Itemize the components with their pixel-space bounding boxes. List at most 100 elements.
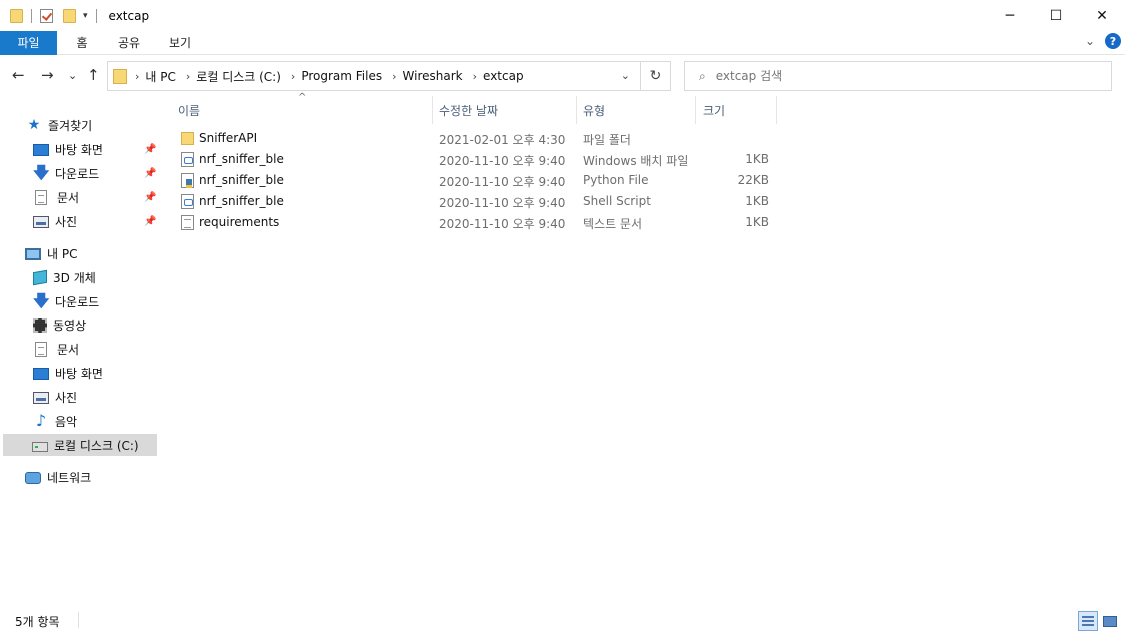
customize-toolbar-dropdown[interactable]: ▾ [83, 11, 88, 21]
up-button[interactable]: ↑ [87, 66, 100, 84]
chevron-right-icon[interactable]: › [186, 70, 190, 83]
file-row[interactable]: SnifferAPI 2021-02-01 오후 4:30 파일 폴더 [160, 128, 780, 149]
maximize-button[interactable]: ☐ [1033, 0, 1079, 31]
desktop-icon [33, 368, 49, 380]
sidebar-item-documents-pinned[interactable]: 문서 [35, 186, 79, 208]
sidebar-item-desktop[interactable]: 바탕 화면 [33, 362, 103, 384]
forward-button[interactable]: → [41, 66, 54, 84]
sidebar-item-3d-objects[interactable]: 3D 개체 [33, 266, 96, 288]
column-header-label: 이름 [178, 103, 201, 118]
ribbon-right-controls: ⌄ ? [1085, 33, 1121, 49]
sidebar-item-music[interactable]: ♪ 음악 [33, 410, 77, 432]
file-row[interactable]: nrf_sniffer_ble 2020-11-10 오후 9:40 Shell… [160, 191, 780, 212]
details-view-icon [1082, 616, 1094, 626]
sidebar-item-label: 3D 개체 [53, 270, 96, 285]
sidebar-item-pictures-pinned[interactable]: 사진 [33, 210, 77, 232]
sidebar-item-documents[interactable]: 문서 [35, 338, 79, 360]
tab-share[interactable]: 공유 [107, 31, 151, 55]
file-name: SnifferAPI [199, 131, 258, 145]
sidebar-item-label: 즐겨찾기 [48, 118, 93, 133]
sidebar-item-downloads-pinned[interactable]: 🡇 다운로드 [33, 162, 99, 184]
sidebar-item-pictures[interactable]: 사진 [33, 386, 77, 408]
tab-view[interactable]: 보기 [151, 31, 209, 55]
large-icons-view-icon [1103, 615, 1117, 627]
column-header-size[interactable]: 크기 [696, 96, 777, 124]
sidebar-item-videos[interactable]: 동영상 [33, 314, 86, 336]
sidebar-item-local-disk[interactable]: 로컬 디스크 (C:) [3, 434, 157, 456]
help-icon[interactable]: ? [1105, 33, 1121, 49]
file-date: 2020-11-10 오후 9:40 [439, 154, 566, 168]
computer-icon [25, 247, 41, 260]
close-button[interactable]: ✕ [1079, 0, 1125, 31]
sidebar-item-desktop-pinned[interactable]: 바탕 화면 [33, 138, 158, 160]
desktop-icon [33, 144, 49, 156]
sidebar-item-label: 바탕 화면 [55, 142, 103, 157]
pin-icon: 📌 [144, 216, 157, 227]
breadcrumb-local-disk[interactable]: 로컬 디스크 (C:) [196, 68, 281, 85]
sidebar-item-label: 내 PC [47, 246, 78, 261]
film-icon [33, 317, 47, 333]
minimize-button[interactable]: ─ [987, 0, 1033, 31]
details-view-button[interactable] [1078, 611, 1098, 631]
column-header-label: 유형 [583, 103, 606, 118]
text-file-icon [181, 215, 194, 230]
sidebar-item-downloads[interactable]: 🡇 다운로드 [33, 290, 99, 312]
file-name: nrf_sniffer_ble [199, 194, 284, 208]
new-folder-icon[interactable] [63, 8, 76, 23]
sidebar-item-label: 문서 [57, 190, 80, 205]
python-file-icon [181, 173, 194, 188]
sidebar-item-label: 음악 [55, 414, 78, 429]
pin-icon: 📌 [144, 144, 157, 155]
file-type: Windows 배치 파일 [583, 154, 689, 168]
sidebar-item-label: 다운로드 [55, 294, 100, 309]
file-type: Python File [583, 173, 649, 187]
chevron-right-icon[interactable]: › [392, 70, 396, 83]
tab-home[interactable]: 홈 [57, 31, 107, 55]
file-row[interactable]: requirements 2020-11-10 오후 9:40 텍스트 문서 1… [160, 212, 780, 233]
tab-file[interactable]: 파일 [0, 30, 57, 55]
properties-icon[interactable] [40, 8, 53, 23]
breadcrumb-extcap[interactable]: extcap [483, 69, 524, 83]
divider [78, 612, 79, 628]
search-box[interactable]: ⌕ [684, 61, 1112, 91]
large-icons-view-button[interactable] [1100, 611, 1120, 631]
back-button[interactable]: ← [12, 66, 25, 84]
search-icon: ⌕ [699, 68, 706, 83]
breadcrumb-program-files[interactable]: Program Files [301, 69, 382, 83]
file-date: 2020-11-10 오후 9:40 [439, 217, 566, 231]
address-history-dropdown[interactable]: ⌄ [621, 69, 630, 82]
refresh-button[interactable]: ↻ [640, 62, 670, 90]
chevron-right-icon[interactable]: › [135, 70, 139, 83]
column-header-type[interactable]: 유형 [577, 96, 696, 124]
breadcrumb-wireshark[interactable]: Wireshark [403, 69, 463, 83]
folder-icon [113, 68, 127, 84]
sidebar-item-quick-access[interactable]: ★ 즐겨찾기 [26, 114, 92, 136]
sidebar-item-label: 사진 [55, 390, 78, 405]
column-header-name[interactable]: 이름 [162, 96, 433, 124]
breadcrumb-this-pc[interactable]: 내 PC [145, 68, 175, 85]
recent-locations-dropdown[interactable]: ⌄ [68, 69, 77, 82]
sidebar-item-label: 다운로드 [55, 166, 100, 181]
divider [31, 8, 32, 23]
file-date: 2020-11-10 오후 9:40 [439, 196, 566, 210]
chevron-right-icon[interactable]: › [473, 70, 477, 83]
sidebar-item-network[interactable]: 네트워크 [25, 466, 91, 488]
sidebar-item-label: 바탕 화면 [55, 366, 103, 381]
pin-icon: 📌 [144, 168, 157, 179]
file-size: 1KB [745, 194, 769, 208]
file-name: requirements [199, 215, 280, 229]
column-header-date[interactable]: 수정한 날짜 [433, 96, 577, 124]
chevron-right-icon[interactable]: › [291, 70, 295, 83]
expand-ribbon-icon[interactable]: ⌄ [1085, 34, 1095, 48]
search-input[interactable] [715, 69, 1096, 83]
download-arrow-icon: 🡇 [33, 163, 50, 182]
music-note-icon: ♪ [35, 411, 47, 430]
column-header-label: 크기 [703, 103, 726, 118]
address-bar[interactable]: › 내 PC › 로컬 디스크 (C:) › Program Files › W… [107, 61, 671, 91]
file-size: 1KB [745, 152, 769, 166]
sidebar-item-this-pc[interactable]: 내 PC [25, 242, 77, 264]
navigation-bar: ← → ⌄ ↑ › 내 PC › 로컬 디스크 (C:) › Program F… [0, 58, 1125, 92]
file-row[interactable]: nrf_sniffer_ble 2020-11-10 오후 9:40 Windo… [160, 149, 780, 170]
file-row[interactable]: nrf_sniffer_ble 2020-11-10 오후 9:40 Pytho… [160, 170, 780, 191]
view-switcher [1078, 611, 1120, 631]
